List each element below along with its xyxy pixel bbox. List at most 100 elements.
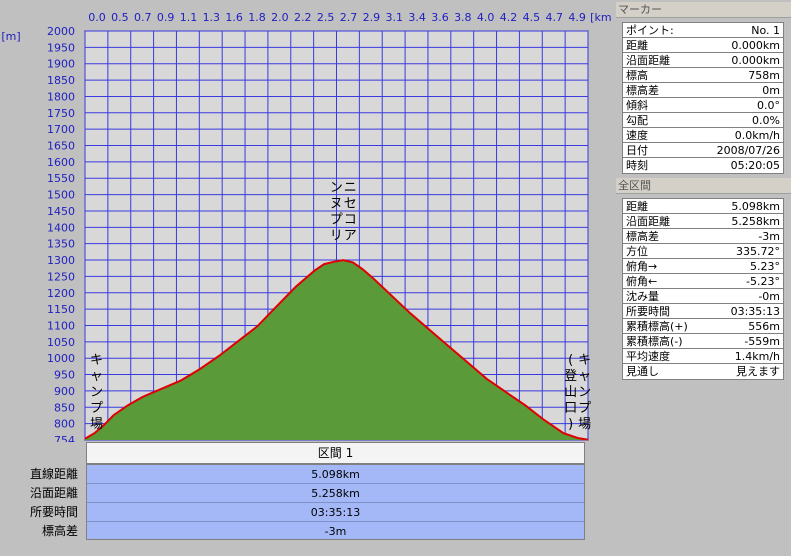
whole-value: -3m: [758, 230, 780, 243]
marker-label: 標高: [626, 69, 648, 82]
whole-section-panel: 距離 5.098km 沿面距離 5.258km 標高差 -3m 方位 335.72° 俯角→ 5.…: [622, 198, 784, 380]
marker-row: 傾斜 0.0°: [623, 98, 783, 113]
marker-header: マーカー: [616, 2, 791, 18]
y-tick-label: 1350: [47, 238, 75, 251]
whole-value: 335.72°: [736, 245, 780, 258]
whole-value: -559m: [744, 335, 780, 348]
marker-row: 距離 0.000km: [623, 38, 783, 53]
whole-row: 見通し 見えます: [623, 364, 783, 379]
x-tick-label: 1.8: [248, 11, 266, 24]
section-info-value: -3m: [324, 525, 347, 538]
marker-label: 速度: [626, 129, 648, 142]
marker-label: 時刻: [626, 159, 648, 172]
marker-row: 速度 0.0km/h: [623, 128, 783, 143]
y-tick-label: 1550: [47, 172, 75, 185]
x-tick-label: 2.2: [294, 11, 312, 24]
whole-row: 方位 335.72°: [623, 244, 783, 259]
x-tick-label: 0.0: [88, 11, 106, 24]
marker-label: 距離: [626, 39, 648, 52]
x-tick-label: 3.1: [385, 11, 403, 24]
whole-label: 方位: [626, 245, 648, 258]
marker-label: 日付: [626, 144, 648, 157]
whole-value: 556m: [748, 320, 780, 333]
section-info-label: 直線距離: [29, 467, 78, 481]
whole-label: 平均速度: [626, 350, 670, 363]
y-tick-label: 1250: [47, 270, 75, 283]
marker-row: 標高差 0m: [623, 83, 783, 98]
marker-panel: ポイント: No. 1 距離 0.000km 沿面距離 0.000km 標高 758m 標高差 0…: [622, 22, 784, 174]
whole-value: 5.258km: [731, 215, 780, 228]
y-tick-label: 1850: [47, 74, 75, 87]
x-tick-label: 1.6: [225, 11, 243, 24]
marker-label: 沿面距離: [626, 54, 670, 67]
whole-row: 俯角← -5.23°: [623, 274, 783, 289]
whole-label: 距離: [626, 200, 648, 213]
whole-label: 俯角←: [626, 275, 658, 288]
section-info-value: 5.098km: [87, 465, 584, 484]
marker-label: 傾斜: [626, 99, 648, 112]
x-tick-label: 4.5: [523, 11, 541, 24]
section-info-value: 03:35:13: [87, 503, 584, 522]
x-tick-label: 3.8: [454, 11, 472, 24]
x-unit-label: [km]: [590, 11, 612, 24]
whole-value: 見えます: [736, 365, 780, 378]
whole-row: 累積標高(+) 556m: [623, 319, 783, 334]
y-tick-label: 1800: [47, 90, 75, 103]
marker-label: ポイント:: [626, 24, 674, 37]
x-tick-label: 2.5: [317, 11, 335, 24]
marker-row: 標高 758m: [623, 68, 783, 83]
y-tick-label: 1600: [47, 156, 75, 169]
whole-label: 累積標高(+): [626, 320, 688, 333]
x-tick-label: 1.3: [203, 11, 221, 24]
marker-row: 沿面距離 0.000km: [623, 53, 783, 68]
whole-label: 見通し: [626, 365, 659, 378]
section-info-label: 沿面距離: [29, 486, 78, 500]
x-tick-label: 0.7: [134, 11, 152, 24]
marker-value: 0.0%: [752, 114, 780, 127]
marker-value: 0.0°: [757, 99, 780, 112]
whole-row: 沈み量 -0m: [623, 289, 783, 304]
whole-label: 累積標高(-): [626, 335, 683, 348]
section-info-box: 5.098km 5.258km 03:35:13 -3m: [86, 464, 585, 540]
annotation-label: キャンプ場: [90, 353, 103, 432]
y-tick-label: 950: [54, 369, 75, 382]
section-info-label: 所要時間: [29, 505, 78, 519]
marker-row: 日付 2008/07/26: [623, 143, 783, 158]
whole-row: 標高差 -3m: [623, 229, 783, 244]
y-tick-label: 1100: [47, 319, 75, 332]
y-tick-label: 1050: [47, 336, 75, 349]
whole-value: 03:35:13: [730, 305, 780, 318]
whole-value: 5.098km: [731, 200, 780, 213]
y-tick-label: 1500: [47, 189, 75, 202]
marker-value: 0.0km/h: [734, 129, 780, 142]
whole-value: 1.4km/h: [734, 350, 780, 363]
y-tick-label: 850: [54, 401, 75, 414]
whole-row: 所要時間 03:35:13: [623, 304, 783, 319]
y-tick-label: 1700: [47, 123, 75, 136]
whole-label: 沈み量: [626, 290, 659, 303]
y-tick-label: 800: [54, 418, 75, 431]
x-tick-label: 2.7: [340, 11, 358, 24]
y-tick-label: 2000: [47, 25, 75, 38]
marker-label: 標高差: [626, 84, 659, 97]
whole-row: 累積標高(-) -559m: [623, 334, 783, 349]
y-tick-label: 1650: [47, 140, 75, 153]
y-tick-label: 1950: [47, 41, 75, 54]
x-tick-label: 2.0: [271, 11, 289, 24]
marker-value: 758m: [748, 69, 780, 82]
marker-row: ポイント: No. 1: [623, 23, 783, 38]
section-info-label: 標高差: [41, 524, 78, 538]
x-tick-label: 4.0: [477, 11, 495, 24]
y-tick-label: 1200: [47, 287, 75, 300]
x-tick-label: 4.2: [500, 11, 518, 24]
section-info-value: 5.258km: [87, 484, 584, 503]
y-tick-label: 1900: [47, 58, 75, 71]
annotation-label: ニセコアンヌプリ: [330, 181, 357, 244]
marker-label: 勾配: [626, 114, 648, 127]
x-tick-label: 4.9: [568, 11, 586, 24]
whole-label: 沿面距離: [626, 215, 670, 228]
x-tick-label: 0.5: [111, 11, 129, 24]
section-tab[interactable]: 区間 1: [86, 442, 585, 464]
y-tick-label: 1400: [47, 221, 75, 234]
marker-value: 0.000km: [731, 39, 780, 52]
